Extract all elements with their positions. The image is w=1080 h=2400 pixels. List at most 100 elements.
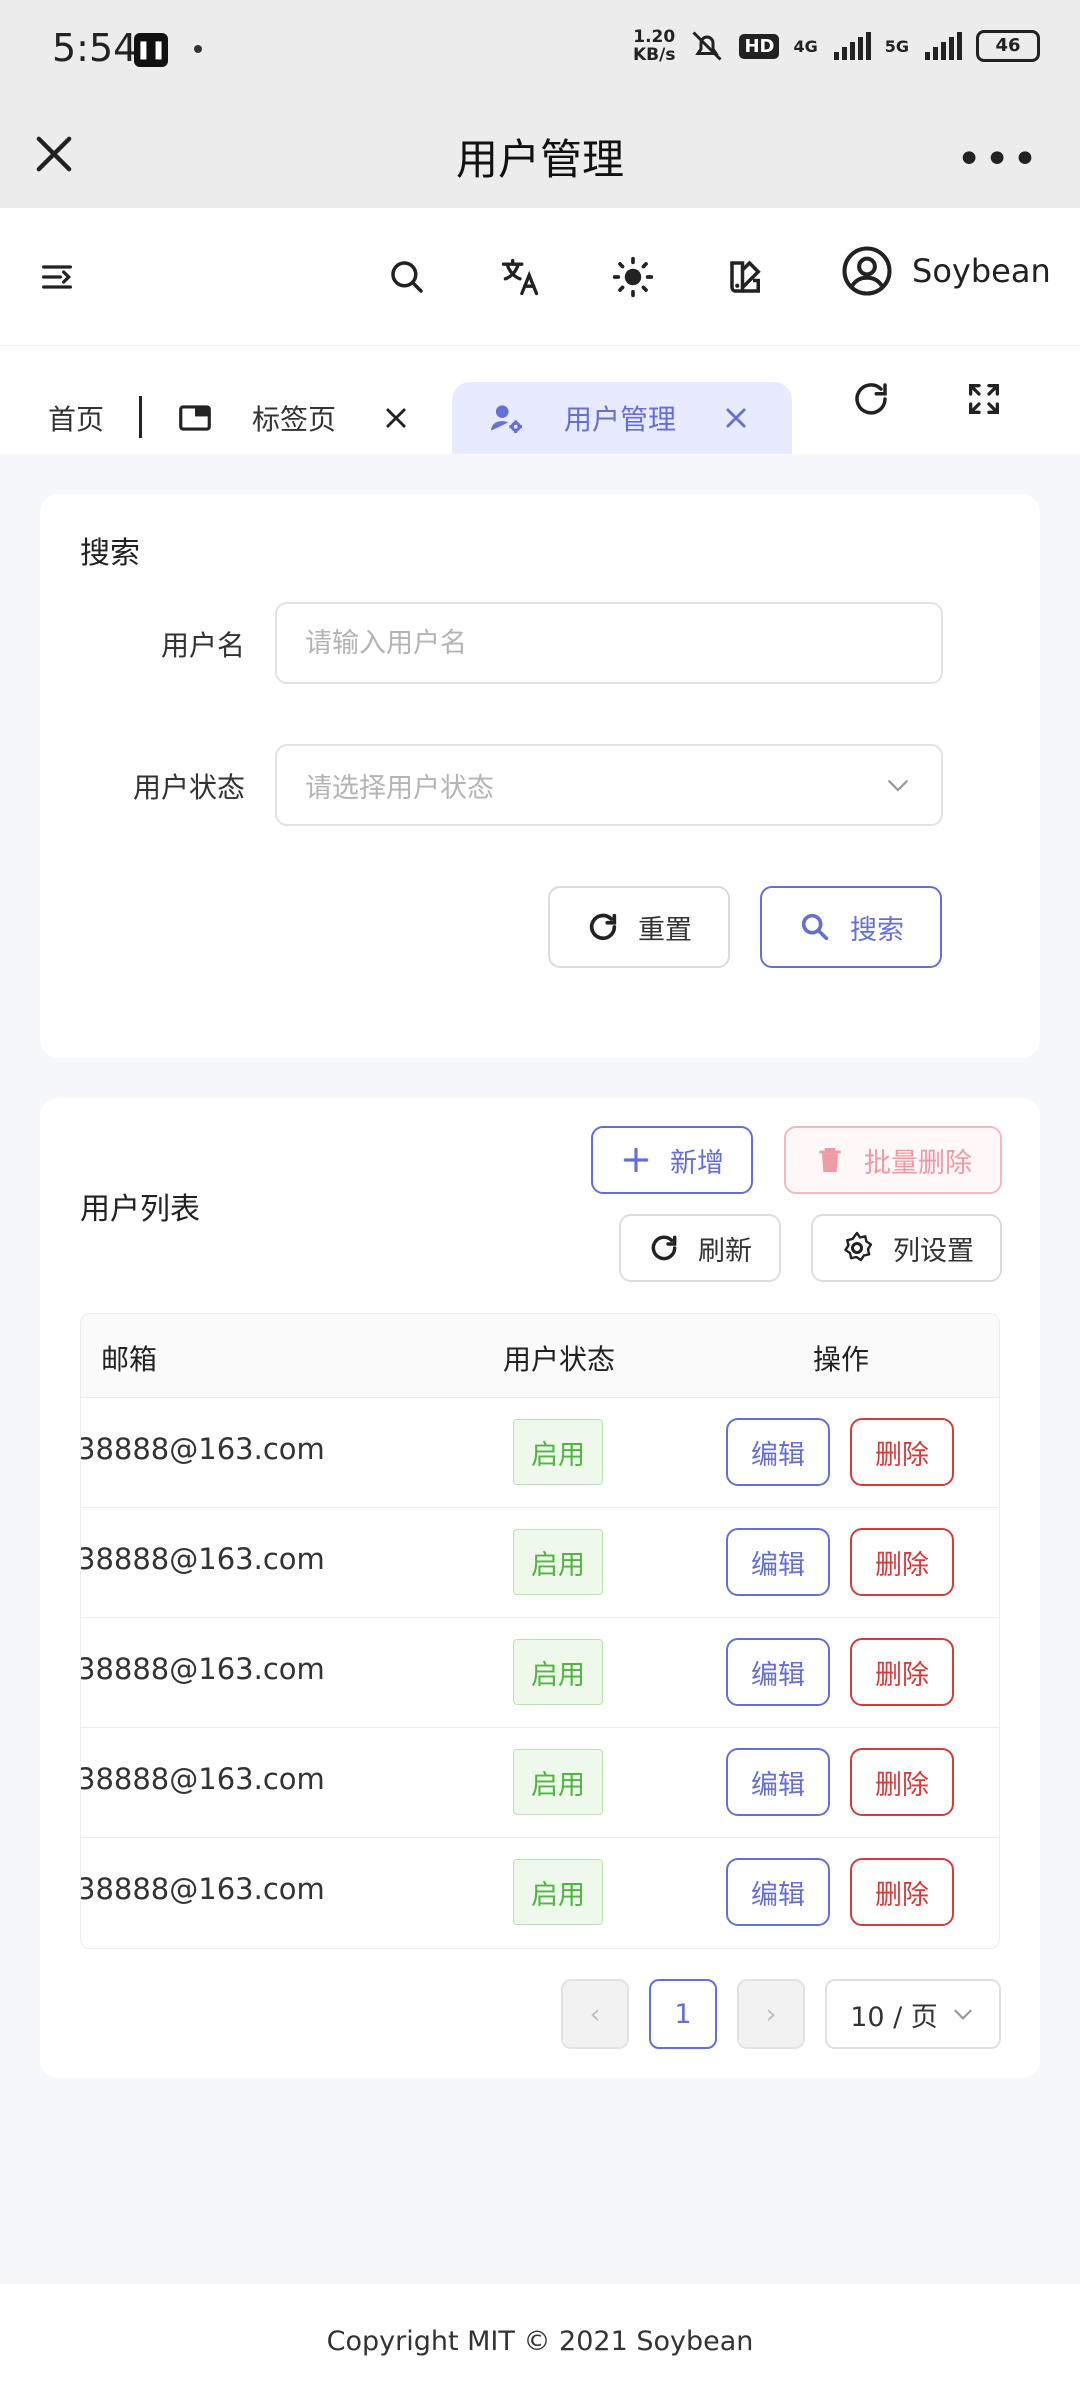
- row-email: 38888@163.com: [80, 1762, 325, 1796]
- chevron-down-icon: [888, 780, 908, 792]
- status-label: 用户状态: [132, 771, 245, 804]
- page-size-select[interactable]: 10 / 页: [825, 1979, 1001, 2049]
- batch-delete-label: 批量删除: [864, 1147, 972, 1179]
- column-header-status: 用户状态: [503, 1343, 616, 1376]
- net-speed-value: 1.20: [633, 27, 676, 47]
- delete-button[interactable]: 删除: [850, 1528, 954, 1596]
- edit-button[interactable]: 编辑: [726, 1858, 830, 1926]
- username: Soybean: [912, 252, 1051, 290]
- status-icons: 1.20 KB/s HD 4G 5G 46: [633, 28, 1040, 64]
- footer-copyright: Copyright MIT © 2021 Soybean: [0, 2284, 1080, 2400]
- edit-button[interactable]: 编辑: [726, 1528, 830, 1596]
- tab-user-management[interactable]: 用户管理: [452, 382, 792, 454]
- row-email: 38888@163.com: [80, 1432, 325, 1466]
- tab-user-management-label: 用户管理: [564, 403, 677, 436]
- edit-button[interactable]: 编辑: [726, 1418, 830, 1486]
- user-settings-icon: [491, 405, 523, 434]
- status-badge: 启用: [513, 1529, 603, 1595]
- trash-icon: [819, 1148, 841, 1172]
- user-menu[interactable]: Soybean: [840, 244, 1051, 298]
- search-icon: [801, 913, 829, 941]
- notification-dot-icon: [194, 45, 202, 53]
- page-title: 用户管理: [455, 135, 624, 184]
- tab-tabs-page[interactable]: 标签页: [176, 382, 410, 454]
- search-button[interactable]: 搜索: [760, 886, 942, 968]
- table-row: 38888@163.com 启用 编辑 删除: [80, 1508, 999, 1618]
- delete-button[interactable]: 删除: [850, 1418, 954, 1486]
- pagination-prev-button[interactable]: ‹: [561, 1979, 629, 2049]
- title-bar: 用户管理 •••: [0, 100, 1080, 208]
- status-time: 5:54: [52, 26, 138, 70]
- refresh-button[interactable]: 刷新: [619, 1214, 781, 1282]
- translate-icon[interactable]: [491, 248, 549, 306]
- username-input[interactable]: [305, 627, 941, 659]
- refresh-button-label: 刷新: [698, 1235, 752, 1267]
- signal-bars-icon: [833, 32, 871, 60]
- delete-button[interactable]: 删除: [850, 1748, 954, 1816]
- edit-button[interactable]: 编辑: [726, 1748, 830, 1816]
- status-badge: 启用: [513, 1639, 603, 1705]
- hd-badge: HD: [739, 33, 780, 59]
- delete-button[interactable]: 删除: [850, 1858, 954, 1926]
- status-badge: 启用: [513, 1859, 603, 1925]
- username-field[interactable]: [275, 602, 943, 684]
- search-card: 搜索 用户名 用户状态 请选择用户状态 重置 搜索: [40, 494, 1040, 1058]
- tab-close-icon[interactable]: [382, 404, 410, 432]
- net-speed-unit: KB/s: [632, 45, 676, 65]
- table-row: 38888@163.com 启用 编辑 删除: [80, 1398, 999, 1508]
- page-size-value: 10 / 页: [850, 2001, 938, 2033]
- reload-icon[interactable]: [842, 370, 900, 428]
- more-icon[interactable]: •••: [956, 134, 1040, 185]
- table-row: 38888@163.com 启用 编辑 删除: [81, 1618, 999, 1728]
- pause-icon: ❚❚: [134, 33, 168, 67]
- search-icon[interactable]: [378, 248, 436, 306]
- reset-button[interactable]: 重置: [548, 886, 730, 968]
- tab-tabs-page-label: 标签页: [252, 403, 337, 436]
- tab-home-label: 首页: [48, 403, 105, 436]
- plus-icon: [623, 1147, 649, 1173]
- reset-button-label: 重置: [638, 914, 692, 946]
- chevron-down-icon: [954, 2009, 972, 2020]
- table-row: 38888@163.com 启用 编辑 删除: [80, 1838, 999, 1948]
- pagination-next-button[interactable]: ›: [737, 1979, 805, 2049]
- reset-icon: [589, 913, 617, 940]
- batch-delete-button[interactable]: 批量删除: [784, 1126, 1002, 1194]
- search-button-label: 搜索: [850, 914, 904, 946]
- tab-close-icon[interactable]: [722, 404, 750, 432]
- table-row: 38888@163.com 启用 编辑 删除: [80, 1728, 999, 1838]
- search-card-title: 搜索: [80, 536, 140, 571]
- refresh-icon: [651, 1235, 677, 1261]
- user-list-title: 用户列表: [80, 1192, 200, 1227]
- column-header-actions: 操作: [813, 1343, 870, 1376]
- status-select[interactable]: 请选择用户状态: [275, 744, 943, 826]
- add-button-label: 新增: [670, 1147, 724, 1179]
- column-header-email: 邮箱: [101, 1343, 158, 1376]
- sun-icon[interactable]: [604, 248, 662, 306]
- username-label: 用户名: [160, 629, 245, 662]
- column-settings-label: 列设置: [893, 1235, 974, 1267]
- status-badge: 启用: [513, 1419, 603, 1485]
- row-email: 38888@163.com: [80, 1542, 325, 1576]
- pagination-page-button[interactable]: 1: [649, 1979, 717, 2049]
- signal-label-2: 5G: [884, 36, 909, 56]
- tab-divider: [139, 396, 142, 438]
- theme-config-icon[interactable]: [717, 248, 775, 306]
- user-table: 邮箱 用户状态 操作 38888@163.com 启用 编辑 删除 38888@…: [80, 1313, 1000, 1949]
- column-settings-button[interactable]: 列设置: [811, 1214, 1002, 1282]
- window-icon: [179, 405, 211, 431]
- status-select-placeholder: 请选择用户状态: [305, 772, 494, 804]
- delete-button[interactable]: 删除: [850, 1638, 954, 1706]
- tab-home[interactable]: 首页: [48, 382, 104, 454]
- edit-button[interactable]: 编辑: [726, 1638, 830, 1706]
- status-badge: 启用: [513, 1749, 603, 1815]
- user-avatar-icon: [842, 246, 892, 296]
- menu-collapse-icon[interactable]: [28, 248, 86, 306]
- add-button[interactable]: 新增: [591, 1126, 753, 1194]
- signal-label-1: 4G: [793, 36, 818, 56]
- gear-icon: [844, 1231, 873, 1262]
- fullscreen-icon[interactable]: [955, 370, 1013, 428]
- status-bar: 5:54 ❚❚ 1.20 KB/s HD 4G 5G 46: [0, 0, 1080, 100]
- net-speed: 1.20 KB/s: [633, 28, 675, 64]
- battery-indicator: 46: [976, 30, 1040, 62]
- row-email: 38888@163.com: [80, 1872, 325, 1906]
